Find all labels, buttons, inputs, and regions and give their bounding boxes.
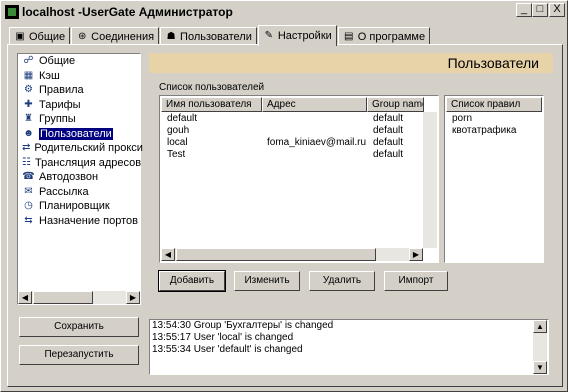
settings-tree: ☍ Общие ▦ Кэш ⚙ Правила ✚ Тарифы ♜ Группы ☻ По… [17, 53, 143, 305]
column-header-group[interactable]: Group name [367, 97, 424, 112]
app-window: localhost -UserGate Администратор _ □ X … [0, 0, 568, 392]
cell-name: local [167, 137, 188, 148]
cell-name: Test [167, 149, 186, 160]
settings-icon: ✎ [264, 30, 274, 41]
cell-group: default [373, 125, 404, 136]
rules-list: Список правил porn квотатрафика [444, 95, 544, 263]
window-title: localhost -UserGate Администратор [22, 5, 233, 19]
column-header-rules[interactable]: Список правил [446, 97, 542, 112]
cell-address: foma_kiniaev@mail.ru [267, 137, 367, 148]
nat-icon: ☷ [22, 156, 31, 168]
proxy-icon: ⇄ [22, 142, 31, 154]
list-item[interactable]: квотатрафика [446, 125, 542, 137]
scroll-left-icon[interactable]: ◀ [18, 291, 32, 304]
users-icon: ☗ [166, 30, 176, 42]
section-title: Пользователи [149, 53, 553, 73]
add-button[interactable]: Добавить [158, 270, 226, 292]
tree-item-ports[interactable]: ⇆ Назначение портов [18, 214, 140, 229]
network-icon: ☍ [23, 55, 34, 67]
users-table: Имя пользователя Адрес Group name defaul… [159, 95, 439, 263]
tariffs-icon: ✚ [24, 98, 33, 110]
users-icon: ☻ [23, 127, 34, 139]
tab-about[interactable]: ▤ О программе [337, 27, 431, 45]
column-header-name[interactable]: Имя пользователя [161, 97, 262, 112]
log-line: 13:54:30 Group 'Бухгалтеры' is changed [152, 320, 334, 331]
tree-item-scheduler[interactable]: ◷ Планировщик [18, 199, 140, 214]
cell-group: default [373, 149, 404, 160]
rules-icon: ⚙ [24, 84, 33, 96]
tree-item-general[interactable]: ☍ Общие [18, 54, 140, 69]
cell-name: default [167, 113, 198, 124]
scroll-thumb[interactable] [176, 248, 376, 261]
table-row[interactable]: default default [161, 113, 423, 125]
tree-item-cache[interactable]: ▦ Кэш [18, 69, 140, 84]
tree-item-users[interactable]: ☻ Пользователи [18, 127, 140, 142]
general-icon: ▣ [15, 30, 25, 42]
cell-group: default [373, 113, 404, 124]
log-vscrollbar[interactable]: ▲ ▼ [533, 320, 547, 374]
close-button[interactable]: X [549, 3, 565, 17]
import-button[interactable]: Импорт [384, 271, 448, 291]
dialer-icon: ☎ [22, 171, 35, 183]
tree-item-rules[interactable]: ⚙ Правила [18, 83, 140, 98]
users-caption: Список пользователей [159, 82, 265, 93]
users-vscrollbar[interactable] [423, 112, 437, 248]
delete-button[interactable]: Удалить [309, 271, 375, 291]
scroll-up-icon[interactable]: ▲ [533, 320, 547, 333]
save-button[interactable]: Сохранить [19, 317, 139, 337]
ports-icon: ⇆ [24, 214, 33, 226]
cache-icon: ▦ [23, 69, 34, 81]
users-hscrollbar[interactable]: ◀ ▶ [161, 248, 423, 261]
tree-item-nat[interactable]: ☷ Трансляция адресов [18, 156, 141, 171]
minimize-button[interactable]: _ [516, 3, 532, 17]
tree-item-groups[interactable]: ♜ Группы [18, 112, 140, 127]
log-line: 13:55:34 User 'default' is changed [152, 344, 303, 355]
list-item[interactable]: porn [446, 113, 542, 125]
tab-connections[interactable]: ⊛ Соединения [71, 27, 160, 45]
scroll-left-icon[interactable]: ◀ [161, 248, 175, 261]
tab-general[interactable]: ▣ Общие [9, 27, 71, 45]
connections-icon: ⊛ [77, 30, 87, 42]
app-icon [5, 5, 19, 19]
tab-settings[interactable]: ✎ Настройки [257, 25, 337, 46]
scheduler-icon: ◷ [24, 200, 33, 212]
edit-button[interactable]: Изменить [234, 271, 300, 291]
tree-hscrollbar[interactable]: ◀ ▶ [18, 291, 140, 304]
title-bar: localhost -UserGate Администратор [3, 3, 565, 21]
tree-item-dialer[interactable]: ☎ Автодозвон [18, 170, 140, 185]
maximize-button[interactable]: □ [532, 3, 548, 17]
about-icon: ▤ [344, 30, 354, 42]
tab-strip: ▣ Общие ⊛ Соединения ☗ Пользователи ✎ Настро… [9, 25, 431, 46]
scroll-thumb[interactable] [33, 291, 93, 304]
log-line: 13:55:17 User 'local' is changed [152, 332, 294, 343]
tree-item-parent-proxy[interactable]: ⇄ Родительский прокси [18, 141, 143, 156]
mailing-icon: ✉ [24, 185, 33, 197]
table-row[interactable]: Test default [161, 149, 423, 161]
tree-item-tariffs[interactable]: ✚ Тарифы [18, 98, 140, 113]
tab-users[interactable]: ☗ Пользователи [160, 27, 257, 45]
table-row[interactable]: local foma_kiniaev@mail.ru default [161, 137, 423, 149]
cell-group: default [373, 137, 404, 148]
table-row[interactable]: gouh default [161, 125, 423, 137]
scroll-right-icon[interactable]: ▶ [409, 248, 423, 261]
cell-name: gouh [167, 125, 190, 136]
scroll-down-icon[interactable]: ▼ [533, 361, 547, 374]
column-header-address[interactable]: Адрес [262, 97, 367, 112]
scroll-right-icon[interactable]: ▶ [126, 291, 140, 304]
tree-item-mailing[interactable]: ✉ Рассылка [18, 185, 140, 200]
groups-icon: ♜ [24, 113, 33, 125]
restart-button[interactable]: Перезапустить [19, 345, 139, 365]
event-log: 13:54:30 Group 'Бухгалтеры' is changed 1… [149, 319, 549, 375]
